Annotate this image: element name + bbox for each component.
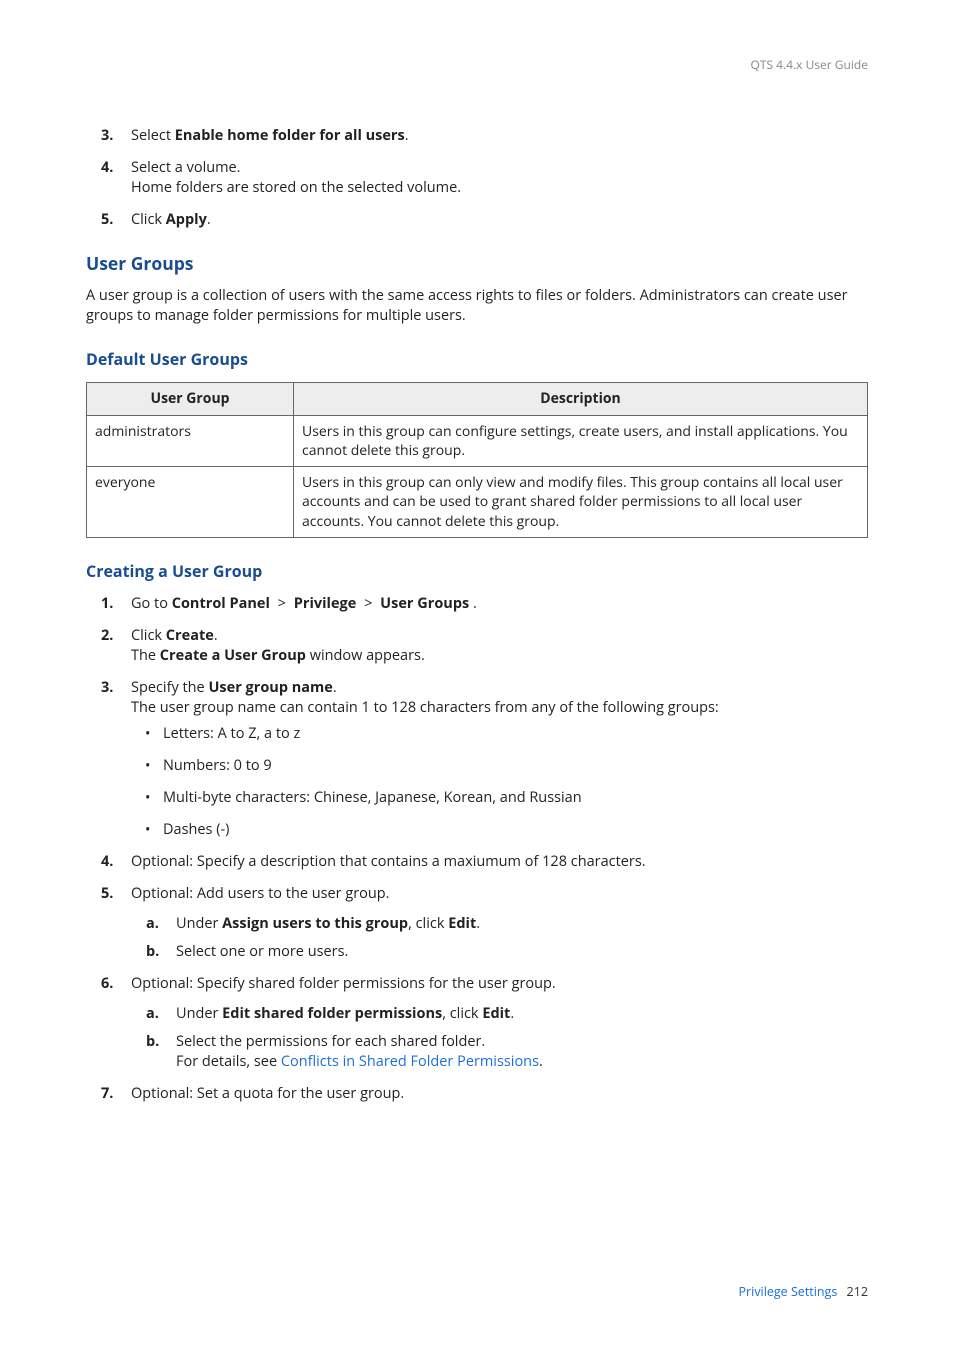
step-marker: 5.: [101, 884, 113, 904]
step-post: window appears.: [306, 646, 425, 665]
create-step-5: 5. Optional: Add users to the user group…: [86, 884, 868, 962]
step-bold: Control Panel: [172, 594, 270, 613]
breadcrumb-sep: >: [278, 594, 286, 613]
section-heading-default-user-groups: Default User Groups: [86, 348, 868, 370]
substep-text: , click: [442, 1004, 482, 1023]
step-post: .: [333, 678, 337, 697]
substep-bold: Assign users to this group: [222, 914, 408, 933]
bullet-item: Multi-byte characters: Chinese, Japanese…: [131, 788, 868, 808]
user-groups-paragraph: A user group is a collection of users wi…: [86, 286, 868, 326]
substep-text: Under: [176, 1004, 222, 1023]
bullet-item: Letters: A to Z, a to z: [131, 724, 868, 744]
step-bold: User group name: [208, 678, 332, 697]
table-cell-group: administrators: [87, 415, 294, 467]
substep-post: .: [510, 1004, 514, 1023]
step-marker: 7.: [101, 1084, 113, 1104]
substep-text: , click: [408, 914, 448, 933]
table-row: everyone Users in this group can only vi…: [87, 467, 868, 538]
step-text: Optional: Specify a description that con…: [131, 852, 646, 871]
step-post: .: [405, 126, 409, 145]
create-step-1: 1. Go to Control Panel > Privilege > Use…: [86, 594, 868, 614]
substep-marker: b.: [146, 1032, 159, 1052]
substep-b: b. Select the permissions for each share…: [131, 1032, 868, 1072]
step-text: The: [131, 646, 160, 665]
step-marker: 4.: [101, 158, 113, 178]
create-step-2: 2. Click Create. The Create a User Group…: [86, 626, 868, 666]
step-marker: 1.: [101, 594, 113, 614]
substep-post: .: [539, 1052, 543, 1071]
link-conflicts-shared-folder-permissions[interactable]: Conflicts in Shared Folder Permissions: [281, 1052, 539, 1071]
step-text: Specify the: [131, 678, 208, 697]
step-bold: Privilege: [294, 594, 357, 613]
footer-page-number: 212: [847, 1283, 868, 1300]
substep-b: b. Select one or more users.: [131, 942, 868, 962]
create-step-7: 7. Optional: Set a quota for the user gr…: [86, 1084, 868, 1104]
table-row: administrators Users in this group can c…: [87, 415, 868, 467]
step-text: Home folders are stored on the selected …: [131, 178, 461, 197]
step-text: Optional: Set a quota for the user group…: [131, 1084, 404, 1103]
default-user-groups-table: User Group Description administrators Us…: [86, 382, 868, 538]
breadcrumb-sep: >: [364, 594, 372, 613]
step-text: Optional: Add users to the user group.: [131, 884, 389, 903]
table-cell-desc: Users in this group can configure settin…: [294, 415, 868, 467]
step-text: Click: [131, 210, 166, 229]
substep-a: a. Under Edit shared folder permissions,…: [131, 1004, 868, 1024]
create-step-3: 3. Specify the User group name. The user…: [86, 678, 868, 840]
step-text: Optional: Specify shared folder permissi…: [131, 974, 556, 993]
create-step-4: 4. Optional: Specify a description that …: [86, 852, 868, 872]
step-bold: Enable home folder for all users: [175, 126, 405, 145]
section-heading-user-groups: User Groups: [86, 252, 868, 276]
step-bold: User Groups: [380, 594, 469, 613]
substep-text: Select one or more users.: [176, 942, 348, 961]
substep-bold: Edit: [448, 914, 476, 933]
footer-section-link[interactable]: Privilege Settings: [739, 1283, 838, 1300]
substep-marker: b.: [146, 942, 159, 962]
substep-post: .: [476, 914, 480, 933]
section-heading-creating-user-group: Creating a User Group: [86, 560, 868, 582]
table-cell-desc: Users in this group can only view and mo…: [294, 467, 868, 538]
step-text: Select a volume.: [131, 158, 241, 177]
step-bold: Create a User Group: [160, 646, 306, 665]
bullet-item: Numbers: 0 to 9: [131, 756, 868, 776]
table-header-description: Description: [294, 383, 868, 415]
header-guide-title: QTS 4.4.x User Guide: [751, 56, 869, 73]
step-post: .: [214, 626, 218, 645]
substep-a: a. Under Assign users to this group, cli…: [131, 914, 868, 934]
table-header-user-group: User Group: [87, 383, 294, 415]
step-marker: 4.: [101, 852, 113, 872]
step-post: .: [207, 210, 211, 229]
step-marker: 2.: [101, 626, 113, 646]
step-post: .: [469, 594, 477, 613]
bullet-item: Dashes (-): [131, 820, 868, 840]
step-text: Select: [131, 126, 175, 145]
step-marker: 3.: [101, 678, 113, 698]
step-text: Go to: [131, 594, 172, 613]
step-text: Click: [131, 626, 166, 645]
step-marker: 5.: [101, 210, 113, 230]
step-bold: Apply: [166, 210, 207, 229]
step-text: The user group name can contain 1 to 128…: [131, 698, 719, 717]
step-marker: 3.: [101, 126, 113, 146]
create-step-6: 6. Optional: Specify shared folder permi…: [86, 974, 868, 1072]
substep-text: Select the permissions for each shared f…: [176, 1032, 485, 1051]
step-4: 4. Select a volume. Home folders are sto…: [86, 158, 868, 198]
substep-bold: Edit: [482, 1004, 510, 1023]
substep-marker: a.: [146, 1004, 159, 1024]
substep-marker: a.: [146, 914, 159, 934]
substep-text: Under: [176, 914, 222, 933]
step-bold: Create: [166, 626, 214, 645]
step-5: 5. Click Apply.: [86, 210, 868, 230]
substep-bold: Edit shared folder permissions: [222, 1004, 442, 1023]
step-3: 3. Select Enable home folder for all use…: [86, 126, 868, 146]
substep-text: For details, see: [176, 1052, 281, 1071]
step-marker: 6.: [101, 974, 113, 994]
table-cell-group: everyone: [87, 467, 294, 538]
